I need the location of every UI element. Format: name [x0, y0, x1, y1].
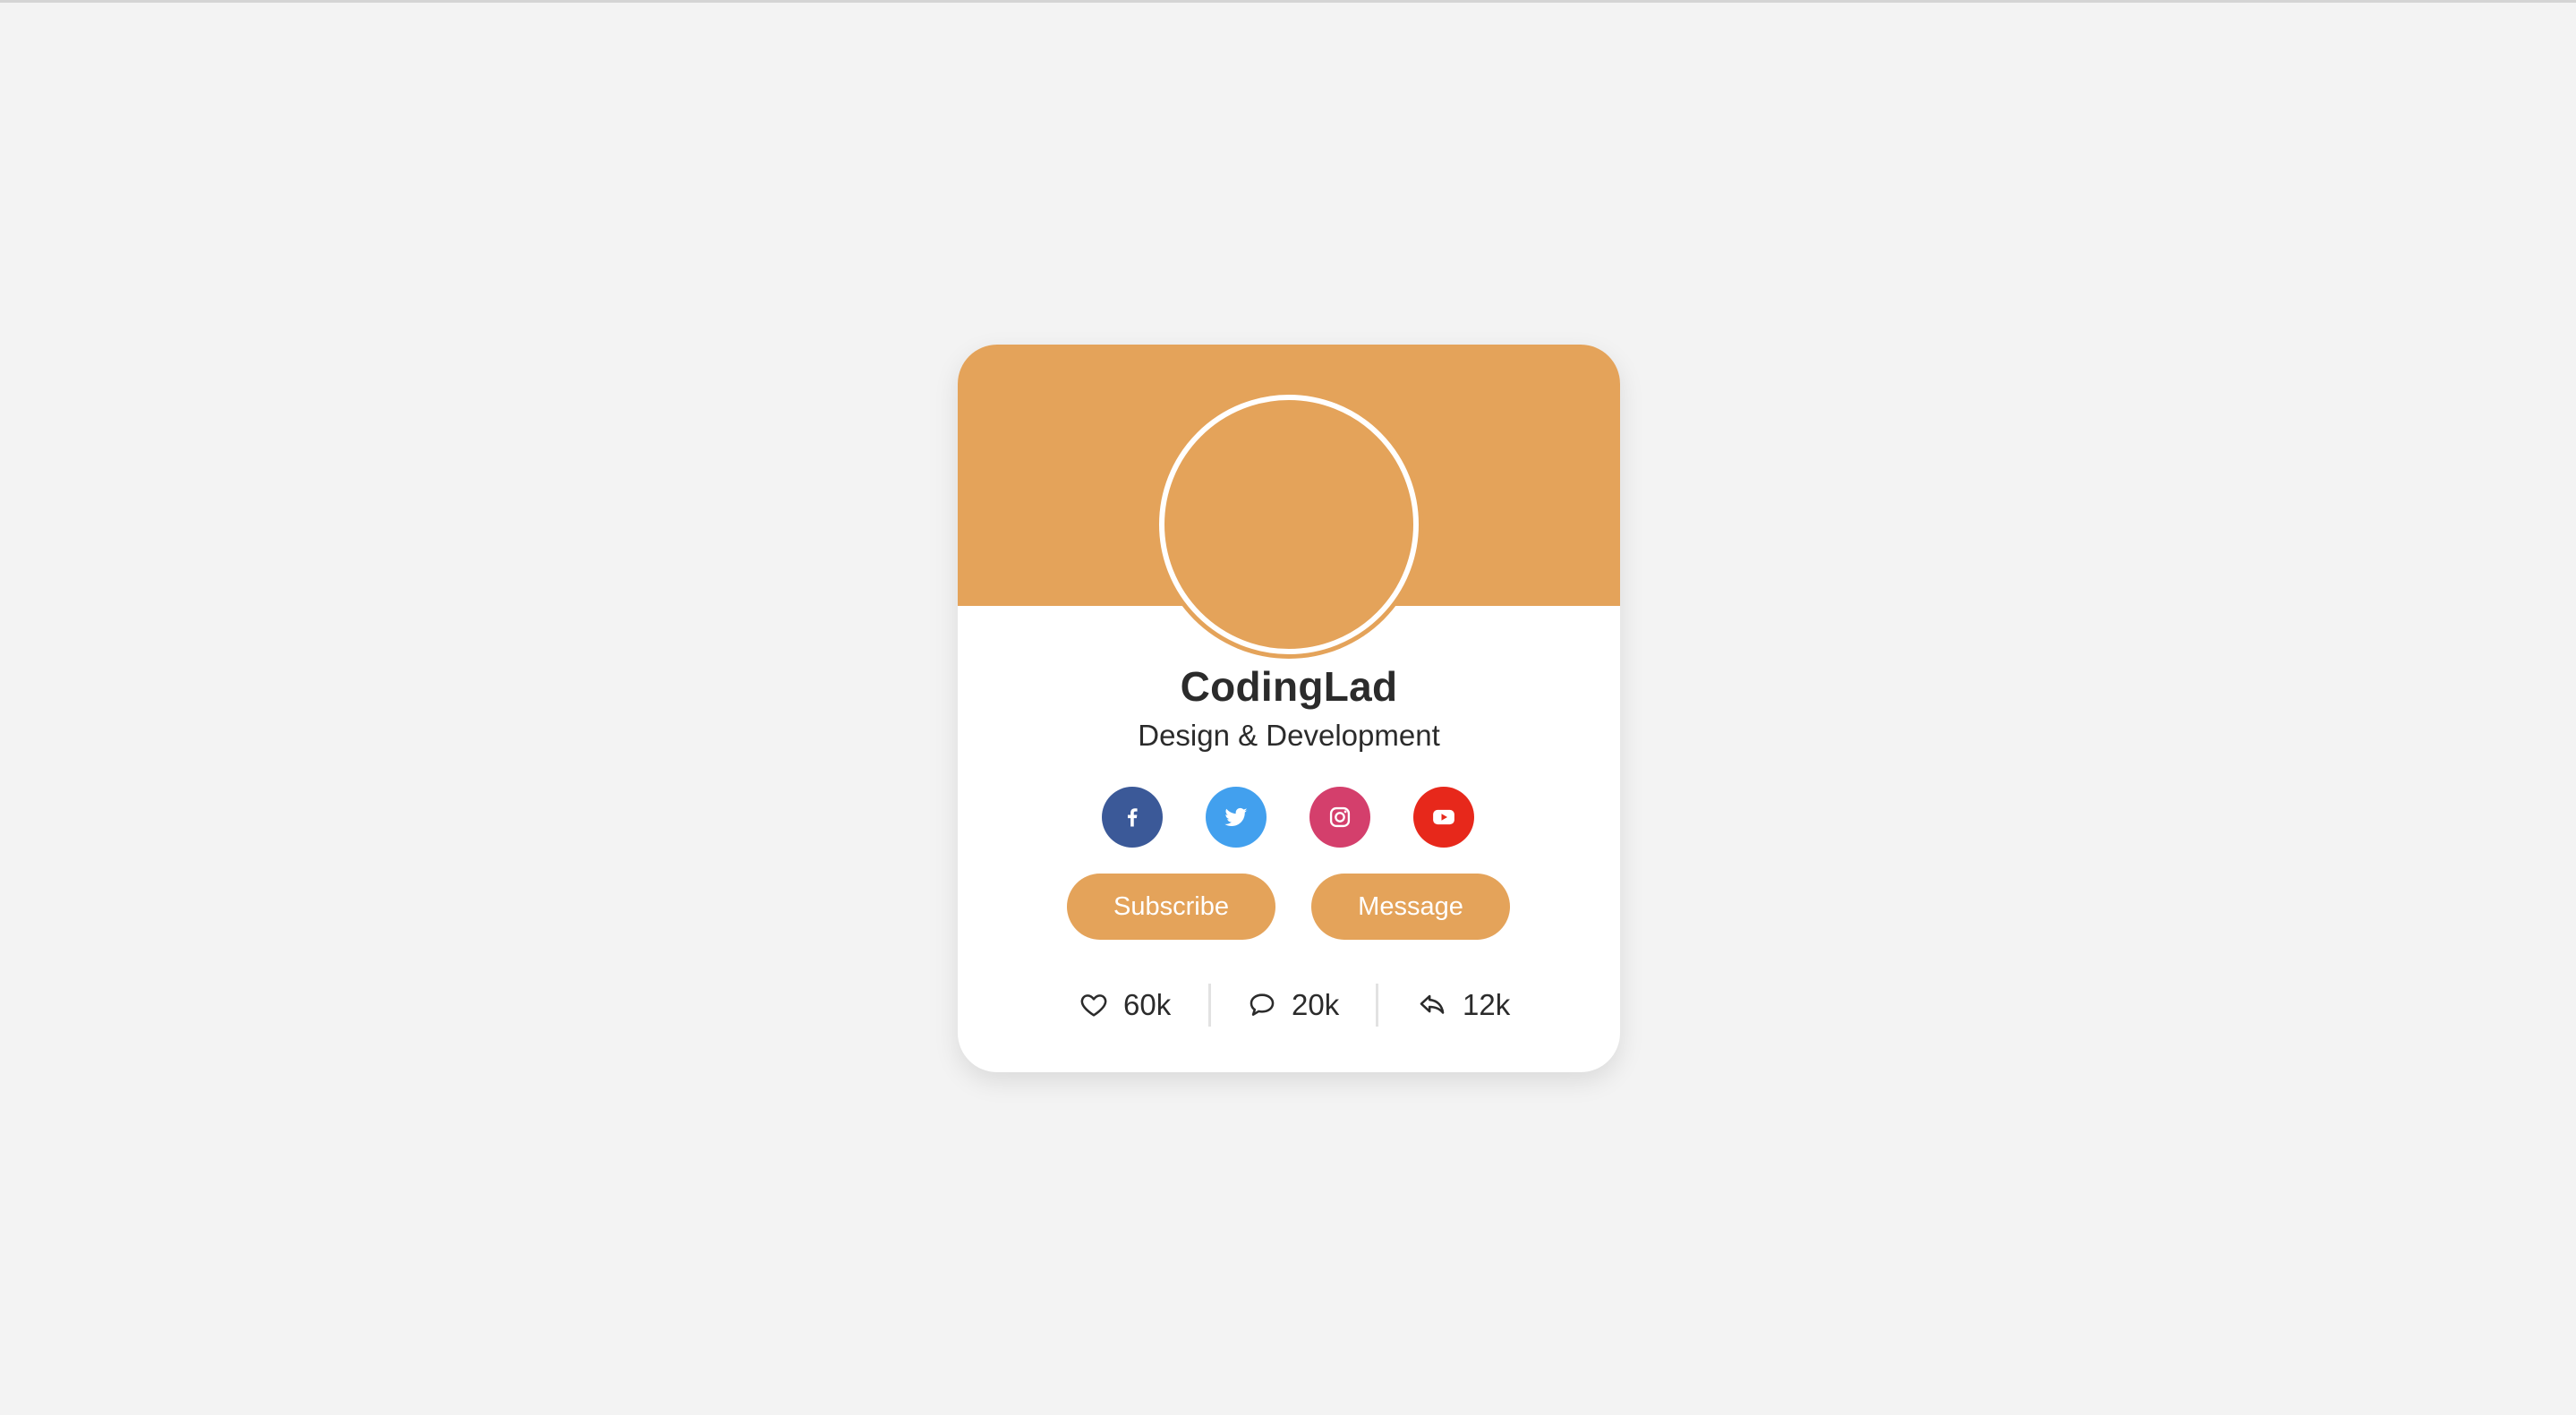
shares-stat[interactable]: 12k — [1416, 984, 1510, 1027]
profile-card: CodingLad Design & Development Subscribe… — [958, 345, 1620, 1072]
youtube-icon — [1433, 809, 1454, 825]
comment-icon — [1250, 993, 1275, 1016]
share-reply-icon — [1420, 994, 1445, 1014]
subscribe-button[interactable]: Subscribe — [1067, 874, 1275, 940]
comments-count: 20k — [1292, 988, 1340, 1021]
youtube-button[interactable] — [1413, 787, 1474, 848]
stats-divider — [1208, 984, 1211, 1027]
browser-top-border — [0, 0, 2576, 3]
twitter-button[interactable] — [1206, 787, 1267, 848]
profile-name: CodingLad — [1180, 663, 1398, 710]
profile-role: Design & Development — [1138, 719, 1440, 752]
message-button[interactable]: Message — [1311, 874, 1510, 940]
instagram-button[interactable] — [1309, 787, 1370, 848]
heart-icon — [1080, 994, 1107, 1017]
stats-divider — [1376, 984, 1378, 1027]
twitter-icon — [1224, 807, 1248, 826]
comments-stat[interactable]: 20k — [1247, 984, 1339, 1027]
avatar — [1159, 395, 1419, 654]
facebook-icon — [1127, 808, 1138, 827]
shares-count: 12k — [1463, 988, 1511, 1021]
instagram-icon — [1329, 806, 1351, 828]
likes-count: 60k — [1123, 988, 1172, 1021]
likes-stat[interactable]: 60k — [1079, 984, 1171, 1027]
facebook-button[interactable] — [1102, 787, 1163, 848]
